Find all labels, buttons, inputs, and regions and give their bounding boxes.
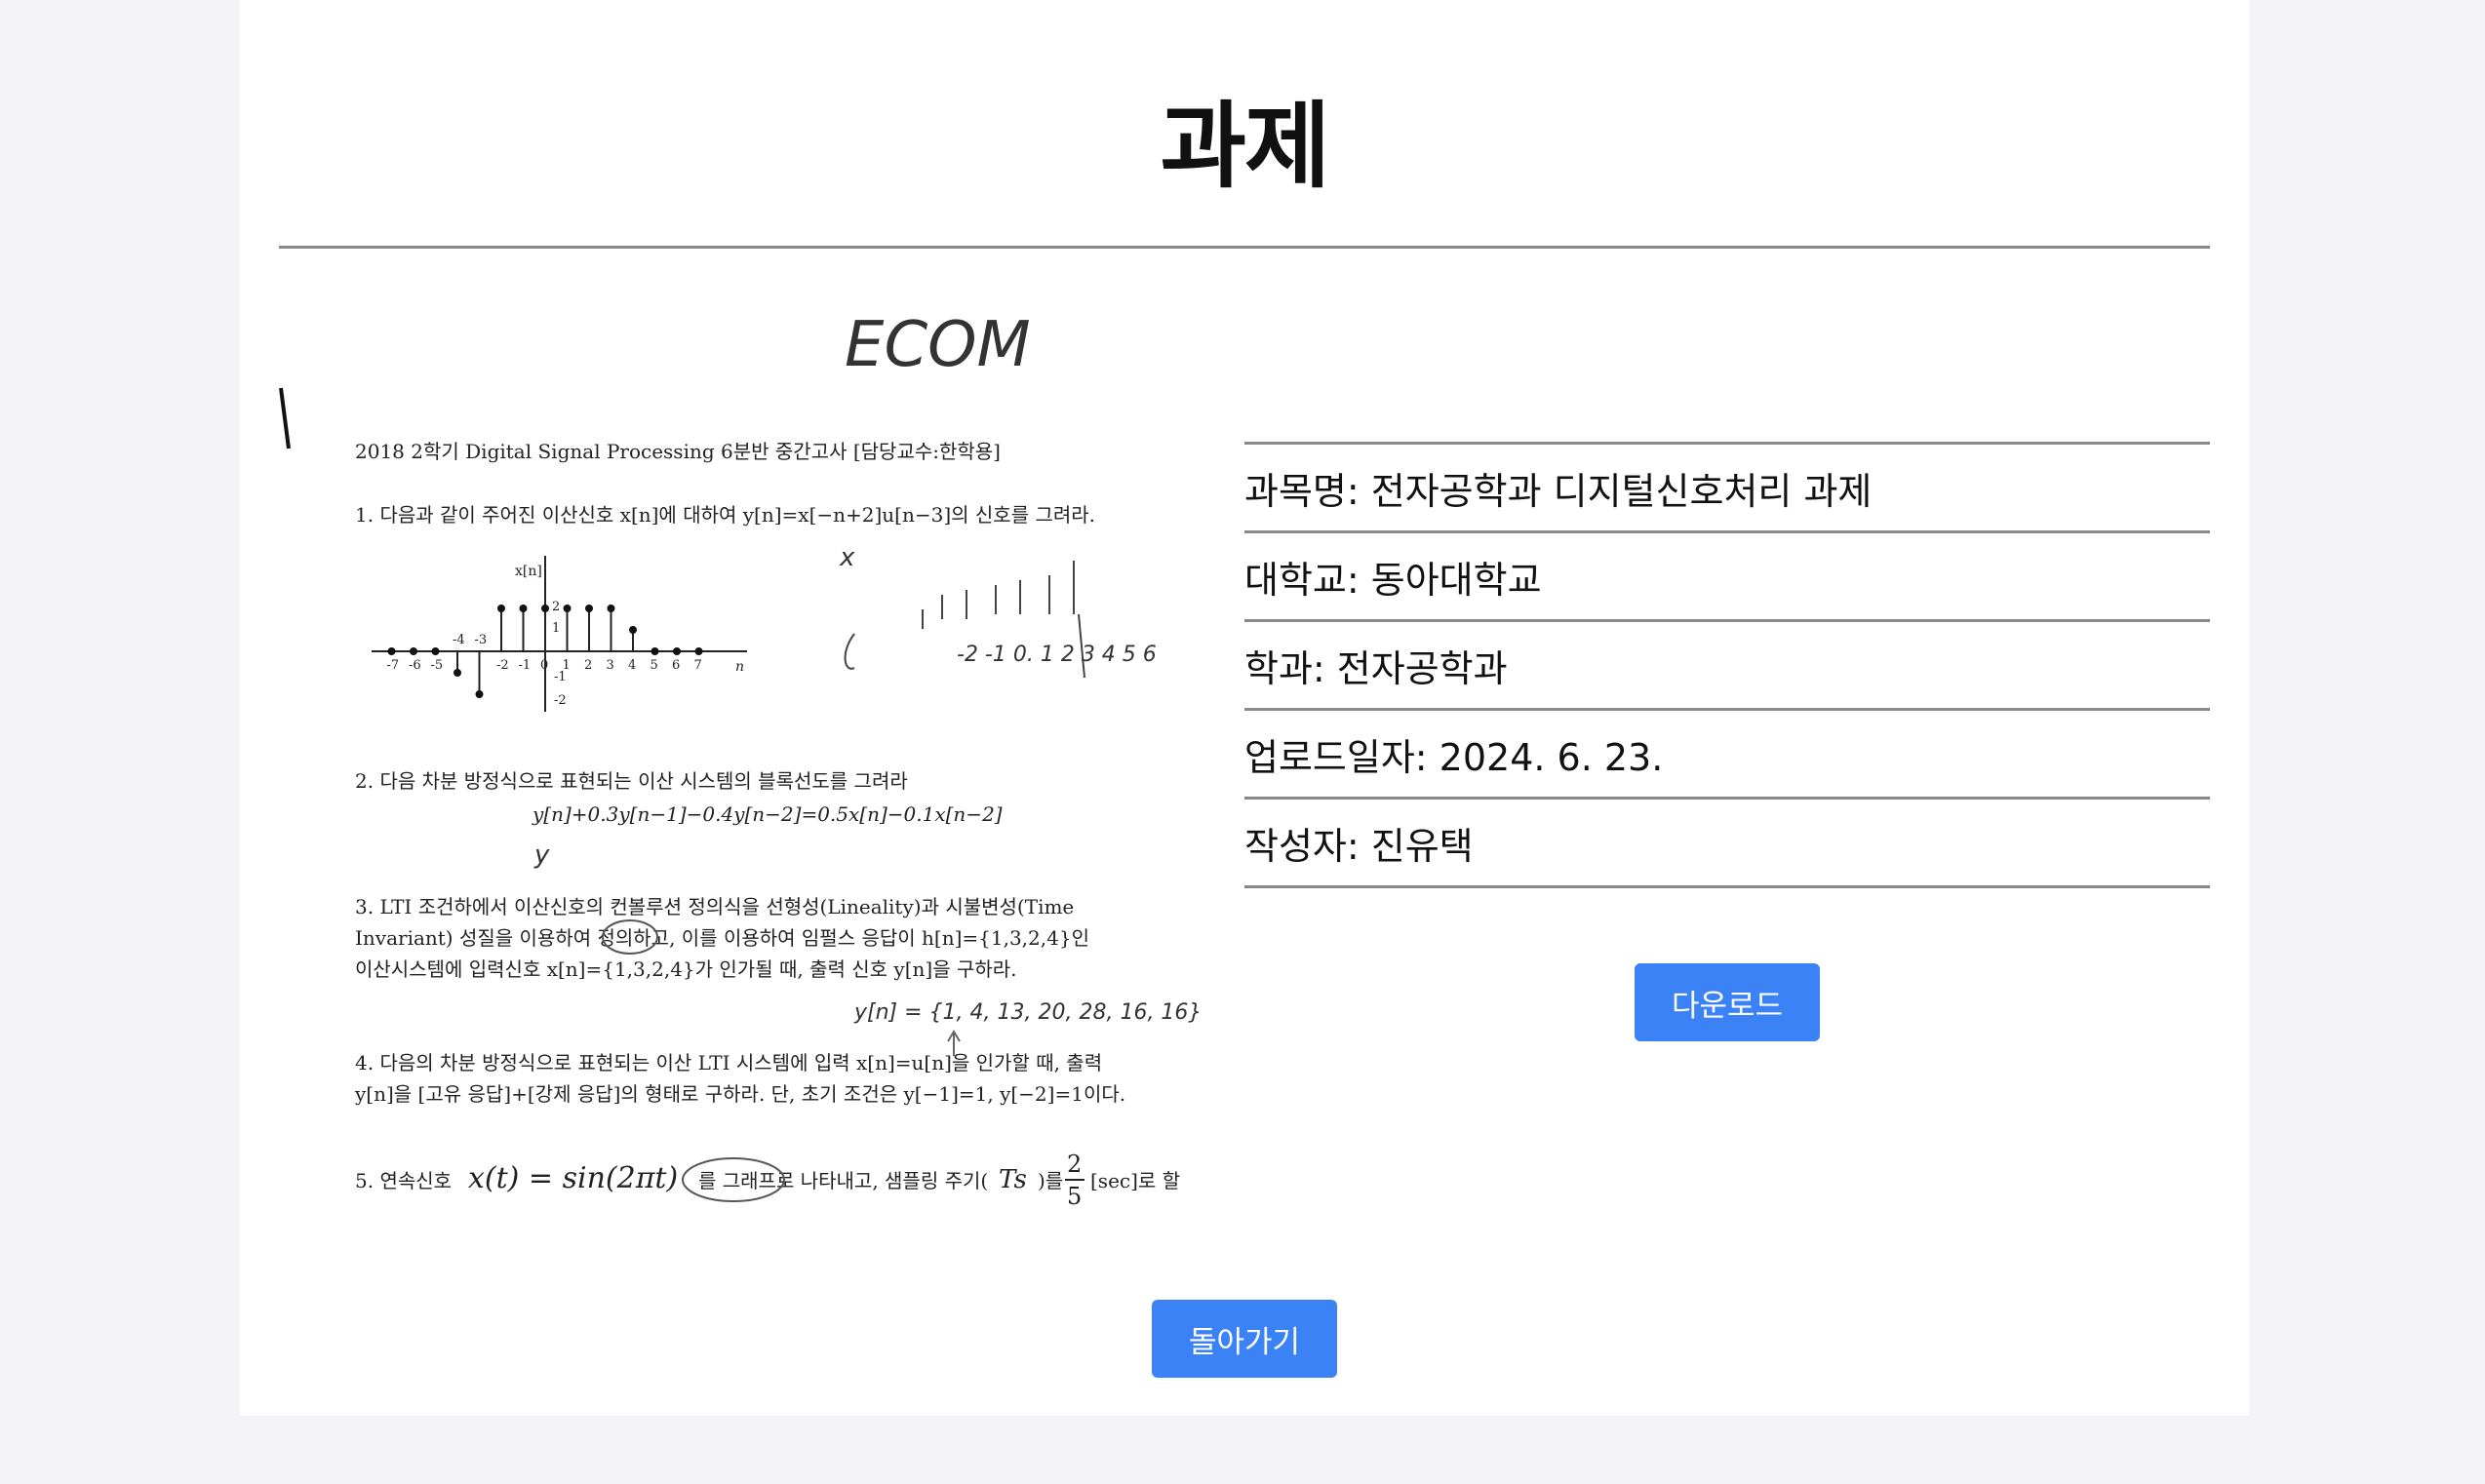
stem-dot bbox=[694, 647, 703, 655]
n-tick-label: -2 bbox=[496, 658, 509, 673]
margin-mark bbox=[279, 387, 291, 449]
n-tick-label: -4 bbox=[453, 633, 465, 647]
n-tick-label: -5 bbox=[431, 658, 444, 673]
n-tick-label: 4 bbox=[628, 658, 636, 673]
exam-title: 2018 2학기 Digital Signal Processing 6분반 중… bbox=[355, 440, 1001, 463]
question-3-line-2: Invariant) 성질을 이용하여 정의하고, 이를 이용하여 임펄스 응답… bbox=[355, 926, 1089, 950]
y-tick-1: 1 bbox=[552, 621, 560, 636]
stem-dot bbox=[431, 647, 440, 655]
y-tick-minus-1: -1 bbox=[554, 670, 567, 684]
stem-dot bbox=[454, 669, 461, 677]
question-5-numerator: 2 bbox=[1067, 1151, 1082, 1178]
handwritten-ticks: -2 -1 0. 1 2 3 4 5 6 bbox=[957, 643, 1157, 667]
detail-department: 학과: 전자공학과 bbox=[1244, 619, 2210, 708]
stem-plot: x[n] n -7 -6 -5-4 -3-2 -1 0 1 2 3 4 5 6 7 2 1 -1 -2 bbox=[372, 556, 747, 712]
title-divider bbox=[279, 246, 2210, 249]
detail-author: 작성자: 진유택 bbox=[1244, 797, 2210, 888]
n-tick-label: 0 bbox=[540, 658, 548, 673]
detail-upload-date: 업로드일자: 2024. 6. 23. bbox=[1244, 708, 2210, 797]
detail-university: 대학교: 동아대학교 bbox=[1244, 530, 2210, 619]
stem-dot bbox=[629, 626, 637, 634]
question-2-equation: y[n]+0.3y[n−1]−0.4y[n−2]=0.5x[n]−0.1x[n−… bbox=[532, 802, 1003, 826]
question-1: 1. 다음과 같이 주어진 이산신호 x[n]에 대하여 y[n]=x[−n+2… bbox=[355, 503, 1095, 527]
n-tick-label: 3 bbox=[607, 658, 614, 673]
stem-dot bbox=[541, 605, 549, 612]
question-5-part-b: 를 그래프로 나타내고, 샘플링 주기( bbox=[698, 1169, 988, 1192]
question-5-part-c: )를 bbox=[1038, 1169, 1063, 1192]
document-preview: ECOM 2018 2학기 Digital Signal Processing … bbox=[279, 283, 1241, 1214]
detail-university-text: 대학교: 동아대학교 bbox=[1244, 558, 1542, 602]
stem-dot bbox=[475, 690, 484, 698]
handwritten-x: x bbox=[839, 543, 855, 572]
stem-dot bbox=[607, 605, 615, 612]
detail-author-text: 작성자: 진유택 bbox=[1244, 824, 1474, 868]
question-5-denominator: 5 bbox=[1067, 1183, 1082, 1210]
question-5-part-a: 5. 연속신호 bbox=[355, 1169, 452, 1192]
detail-subject: 과목명: 전자공학과 디지털신호처리 과제 bbox=[1244, 442, 2210, 530]
back-button[interactable]: 돌아가기 bbox=[1152, 1300, 1337, 1378]
n-tick-label: -1 bbox=[519, 658, 532, 673]
stem-dot bbox=[585, 605, 593, 612]
detail-subject-text: 과목명: 전자공학과 디지털신호처리 과제 bbox=[1244, 469, 1873, 513]
y-tick-minus-2: -2 bbox=[554, 693, 567, 708]
stem-dot bbox=[387, 647, 396, 655]
n-tick-label: 6 bbox=[672, 658, 680, 673]
n-tick-label: 7 bbox=[694, 658, 702, 673]
question-5-ts: Ts bbox=[999, 1165, 1027, 1194]
question-5-part-d: [sec]로 할 bbox=[1090, 1169, 1180, 1192]
handwritten-y: y bbox=[533, 840, 550, 870]
stem-dot bbox=[519, 605, 528, 612]
detail-department-text: 학과: 전자공학과 bbox=[1244, 646, 1508, 690]
handwritten-answer-3: y[n] = {1, 4, 13, 20, 28, 16, 16} bbox=[853, 1000, 1202, 1025]
assignment-details: 과목명: 전자공학과 디지털신호처리 과제 대학교: 동아대학교 학과: 전자공… bbox=[1244, 442, 2210, 888]
document-image: ECOM 2018 2학기 Digital Signal Processing … bbox=[279, 309, 1202, 1210]
question-3-line-1: 3. LTI 조건하에서 이산신호의 컨볼루션 정의식을 선형성(Lineali… bbox=[355, 895, 1074, 918]
n-tick-label: -7 bbox=[387, 658, 400, 673]
detail-upload-date-text: 업로드일자: 2024. 6. 23. bbox=[1244, 735, 1664, 779]
n-tick-label: -3 bbox=[475, 633, 488, 647]
page-title: 과제 bbox=[1160, 92, 1331, 201]
question-5-equation: x(t) = sin(2πt) bbox=[468, 1161, 678, 1195]
stem-dot bbox=[497, 605, 505, 612]
stem-dot bbox=[563, 605, 572, 612]
stem-dot bbox=[673, 647, 681, 655]
assignment-card: 과제 ECOM 2018 2학기 Digital Signal Processi… bbox=[240, 0, 2249, 1416]
handwritten-header: ECOM bbox=[845, 309, 1031, 381]
stem-dot bbox=[410, 647, 417, 655]
plot-n-label: n bbox=[735, 659, 744, 675]
question-4-line-2: y[n]을 [고유 응답]+[강제 응답]의 형태로 구하라. 단, 초기 조건… bbox=[354, 1082, 1125, 1106]
n-tick-label: 2 bbox=[584, 658, 592, 673]
question-3-line-3: 이산시스템에 입력신호 x[n]={1,3,2,4}가 인가될 때, 출력 신호… bbox=[355, 957, 1017, 981]
y-tick-2: 2 bbox=[552, 600, 560, 614]
stem-dot bbox=[651, 647, 659, 655]
plot-axis-label: x[n] bbox=[515, 564, 542, 579]
n-tick-label: -6 bbox=[409, 658, 421, 673]
n-tick-label: 5 bbox=[651, 658, 658, 673]
question-2: 2. 다음 차분 방정식으로 표현되는 이산 시스템의 블록선도를 그려라 bbox=[355, 769, 908, 793]
download-button[interactable]: 다운로드 bbox=[1635, 963, 1820, 1041]
question-4-line-1: 4. 다음의 차분 방정식으로 표현되는 이산 LTI 시스템에 입력 x[n]… bbox=[355, 1051, 1102, 1074]
